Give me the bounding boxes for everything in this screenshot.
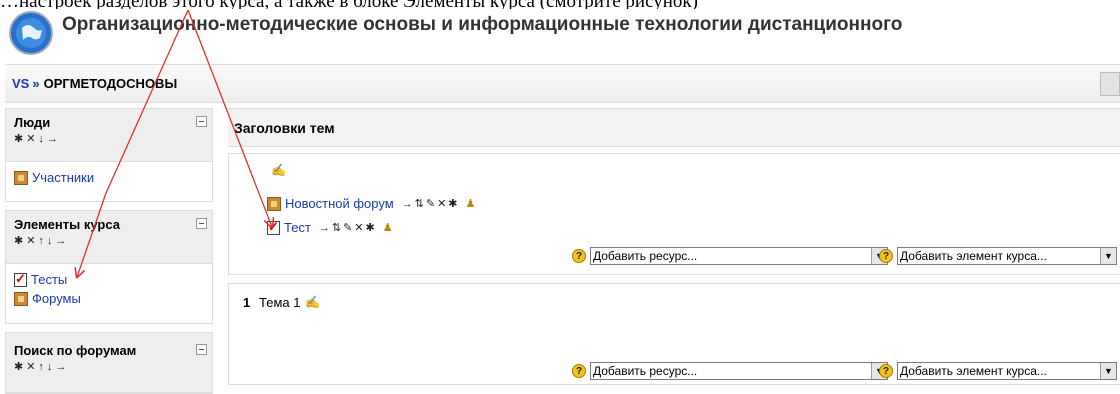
add-resource-select[interactable]: Добавить ресурс... ▼ [590, 247, 888, 265]
breadcrumb-home-link[interactable]: VS [12, 76, 29, 91]
topics-title: Заголовки тем [234, 120, 335, 136]
activity-controls[interactable]: →⇅✎✕✱ [319, 221, 377, 234]
edit-summary-icon[interactable]: ✍ [271, 163, 286, 177]
help-icon[interactable]: ? [879, 364, 893, 378]
chevron-down-icon[interactable]: ▼ [1100, 248, 1116, 264]
group-mode-icon[interactable]: ♟ [383, 221, 393, 234]
block-activities-controls[interactable]: ✱✕↑↓→ [14, 234, 212, 247]
block-people: Люди ✱✕↓→ Участники [5, 108, 213, 202]
edit-summary-icon[interactable]: ✍ [305, 295, 320, 309]
help-icon[interactable]: ? [572, 364, 586, 378]
help-icon[interactable]: ? [572, 249, 586, 263]
activity-quiz[interactable]: Тест →⇅✎✕✱ ♟ [267, 219, 393, 235]
quiz-link[interactable]: Тест [284, 220, 311, 235]
add-resource-value: Добавить ресурс... [593, 249, 698, 263]
quiz-icon [14, 271, 27, 287]
section-0: ✍ Новостной форум →⇅✎✕✱ ♟ Тест →⇅✎✕✱ ♟ ?… [228, 153, 1120, 275]
quizzes-link[interactable]: Тесты [31, 272, 67, 287]
block-activities-title: Элементы курса [14, 217, 120, 232]
list-item[interactable]: Форумы [14, 289, 204, 308]
collapse-icon[interactable] [196, 116, 207, 127]
block-forum-search-title: Поиск по форумам [14, 343, 137, 358]
topics-header: Заголовки тем [228, 108, 1120, 147]
add-activity-value: Добавить элемент курса... [900, 249, 1047, 263]
block-activities: Элементы курса ✱✕↑↓→ Тесты Форумы [5, 210, 213, 324]
chevron-down-icon[interactable]: ▼ [1100, 363, 1116, 379]
activity-controls[interactable]: →⇅✎✕✱ [402, 197, 460, 210]
help-icon[interactable]: ? [879, 249, 893, 263]
add-resource-value: Добавить ресурс... [593, 364, 698, 378]
section-1: 1 Тема 1 ✍ ? Добавить ресурс... ▼ ? Доба… [228, 283, 1120, 385]
add-activity-value: Добавить элемент курса... [900, 364, 1047, 378]
navbar-edit-button[interactable] [1100, 72, 1120, 96]
block-forum-search: Поиск по форумам ✱✕↑↓→ [5, 332, 213, 394]
block-activities-body: Тесты Форумы [6, 264, 212, 314]
forum-icon [14, 291, 28, 306]
breadcrumb: VS» ОРГМЕТОДОСНОВЫ [12, 76, 177, 91]
people-icon [14, 170, 28, 185]
navigation-bar: VS» ОРГМЕТОДОСНОВЫ [5, 64, 1120, 103]
collapse-icon[interactable] [196, 218, 207, 229]
breadcrumb-course: ОРГМЕТОДОСНОВЫ [43, 76, 178, 91]
block-people-controls[interactable]: ✱✕↓→ [14, 132, 212, 145]
add-resource-control: ? Добавить ресурс... ▼ [572, 247, 888, 265]
block-forum-search-header: Поиск по форумам ✱✕↑↓→ [6, 333, 212, 393]
forum-icon [267, 196, 281, 211]
breadcrumb-separator: » [32, 76, 40, 91]
list-item[interactable]: Тесты [14, 270, 204, 289]
block-people-body: Участники [6, 162, 212, 193]
section-number: 1 [243, 295, 251, 310]
activity-news-forum[interactable]: Новостной форум →⇅✎✕✱ ♟ [267, 196, 475, 211]
quiz-icon [267, 219, 280, 235]
news-forum-link[interactable]: Новостной форум [285, 196, 394, 211]
forums-link[interactable]: Форумы [32, 291, 81, 306]
add-resource-select[interactable]: Добавить ресурс... ▼ [590, 362, 888, 380]
add-activity-select[interactable]: Добавить элемент курса... ▼ [897, 247, 1117, 265]
page-top-text: …настроек разделов этого курса, а также … [0, 0, 1120, 9]
block-activities-header: Элементы курса ✱✕↑↓→ [6, 211, 212, 264]
site-title: Организационно-методические основы и инф… [62, 14, 903, 35]
add-activity-select[interactable]: Добавить элемент курса... ▼ [897, 362, 1117, 380]
section-name: Тема 1 [259, 295, 301, 310]
group-mode-icon[interactable]: ♟ [466, 197, 476, 210]
collapse-icon[interactable] [196, 344, 207, 355]
participants-link[interactable]: Участники [32, 170, 94, 185]
block-people-header: Люди ✱✕↓→ [6, 109, 212, 162]
block-people-title: Люди [14, 115, 51, 130]
add-activity-control: ? Добавить элемент курса... ▼ [879, 362, 1117, 380]
add-activity-control: ? Добавить элемент курса... ▼ [879, 247, 1117, 265]
block-forum-search-controls[interactable]: ✱✕↑↓→ [14, 360, 212, 373]
site-logo-icon [9, 11, 53, 55]
add-resource-control: ? Добавить ресурс... ▼ [572, 362, 888, 380]
list-item[interactable]: Участники [14, 168, 204, 187]
